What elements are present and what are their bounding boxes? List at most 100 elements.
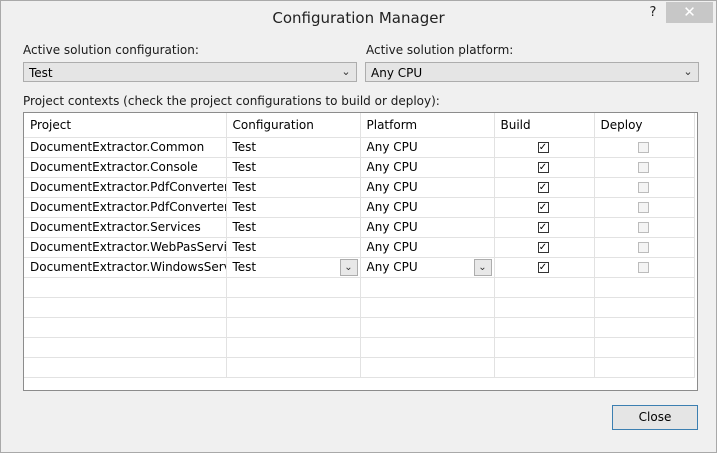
deploy-checkbox [637,181,649,193]
configuration-cell[interactable]: Test [226,217,361,238]
chevron-down-icon[interactable]: ⌄ [339,258,358,276]
deploy-checkbox [637,221,649,233]
project-contexts-grid: Project Configuration Platform Build Dep… [23,112,698,391]
platform-value: Any CPU [366,180,418,194]
deploy-cell [594,257,695,278]
deploy-cell [594,197,695,218]
configuration-value: Test [232,180,257,194]
platform-cell[interactable]: Any CPU [360,197,495,218]
build-checkbox[interactable]: ✓ [537,141,549,153]
chevron-down-icon[interactable]: ⌄ [473,258,492,276]
column-header-project[interactable]: Project [24,113,227,138]
column-header-platform[interactable]: Platform [360,113,495,138]
chevron-down-icon: ⌄ [683,65,693,78]
deploy-cell [594,137,695,158]
configuration-value: Test [232,160,257,174]
active-config-label: Active solution configuration: [23,43,199,57]
deploy-cell [594,157,695,178]
chevron-down-icon: ⌄ [341,65,351,78]
deploy-cell [594,237,695,258]
active-platform-value: Any CPU [371,66,423,80]
build-cell: ✓ [494,157,595,178]
deploy-checkbox [637,241,649,253]
configuration-value: Test [232,200,257,214]
configuration-cell[interactable]: Test [226,237,361,258]
active-platform-select[interactable]: Any CPU ⌄ [365,62,699,82]
configuration-value: Test [232,140,257,154]
window-title: Configuration Manager [272,9,445,27]
table-row[interactable]: DocumentExtractor.PdfConverter.... Test An… [24,197,695,218]
build-checkbox[interactable]: ✓ [537,221,549,233]
project-name-cell: DocumentExtractor.WebPasServices [24,237,227,258]
build-cell: ✓ [494,197,595,218]
build-checkbox[interactable]: ✓ [537,201,549,213]
empty-row [24,317,695,338]
configuration-manager-window: Configuration Manager ? ✕ Active solutio… [0,0,717,453]
project-contexts-label: Project contexts (check the project conf… [23,94,440,108]
platform-value: Any CPU [366,240,418,254]
deploy-cell [594,177,695,198]
build-cell: ✓ [494,237,595,258]
configuration-cell[interactable]: Test [226,157,361,178]
configuration-value: Test [232,220,257,234]
active-config-select[interactable]: Test ⌄ [23,62,357,82]
platform-value: Any CPU [366,160,418,174]
help-button[interactable]: ? [641,4,665,22]
table-row[interactable]: DocumentExtractor.Common Test Any CPU ✓ [24,137,695,158]
column-header-build[interactable]: Build [494,113,595,138]
project-name-cell: DocumentExtractor.WindowsService [24,257,227,278]
active-config-value: Test [29,66,53,80]
project-name-cell: DocumentExtractor.Services [24,217,227,238]
table-row[interactable]: DocumentExtractor.PdfConverter Test Any CP… [24,177,695,198]
build-cell: ✓ [494,137,595,158]
configuration-cell[interactable]: Test [226,137,361,158]
build-checkbox[interactable]: ✓ [537,241,549,253]
configuration-cell[interactable]: Test [226,197,361,218]
configuration-cell[interactable]: Test [226,177,361,198]
platform-value: Any CPU [366,200,418,214]
platform-value: Any CPU [366,140,418,154]
build-cell: ✓ [494,217,595,238]
build-cell: ✓ [494,177,595,198]
column-header-deploy[interactable]: Deploy [594,113,695,138]
deploy-checkbox [637,201,649,213]
configuration-cell[interactable]: Test ⌄ [226,257,361,278]
platform-cell[interactable]: Any CPU [360,177,495,198]
platform-value: Any CPU [366,220,418,234]
platform-cell[interactable]: Any CPU [360,157,495,178]
project-name-cell: DocumentExtractor.PdfConverter [24,177,227,198]
empty-row [24,337,695,358]
platform-cell[interactable]: Any CPU [360,217,495,238]
project-name-cell: DocumentExtractor.Console [24,157,227,178]
table-row[interactable]: DocumentExtractor.Services Test Any CPU ✓ [24,217,695,238]
grid-header-row: Project Configuration Platform Build Dep… [24,113,695,138]
project-name-cell: DocumentExtractor.Common [24,137,227,158]
deploy-checkbox [637,141,649,153]
table-row[interactable]: DocumentExtractor.WindowsServiceTest⌄Any… [24,257,695,278]
title-bar: Configuration Manager ? ✕ [1,1,716,35]
empty-row [24,277,695,298]
configuration-value: Test [232,260,257,274]
platform-cell[interactable]: Any CPU [360,137,495,158]
build-checkbox[interactable]: ✓ [537,261,549,273]
deploy-checkbox [637,261,649,273]
table-row[interactable]: DocumentExtractor.Console Test Any CPU ✓ [24,157,695,178]
build-checkbox[interactable]: ✓ [537,181,549,193]
empty-row [24,297,695,318]
active-platform-label: Active solution platform: [366,43,514,57]
deploy-checkbox [637,161,649,173]
table-row[interactable]: DocumentExtractor.WebPasServices Test Any … [24,237,695,258]
deploy-cell [594,217,695,238]
window-close-button[interactable]: ✕ [666,2,713,23]
platform-cell[interactable]: Any CPU [360,237,495,258]
close-button[interactable]: Close [612,405,698,430]
platform-cell[interactable]: Any CPU ⌄ [360,257,495,278]
configuration-value: Test [232,240,257,254]
close-icon: ✕ [683,3,696,21]
platform-value: Any CPU [366,260,418,274]
empty-row [24,357,695,378]
column-header-configuration[interactable]: Configuration [226,113,361,138]
project-name-cell: DocumentExtractor.PdfConverter.... [24,197,227,218]
build-cell: ✓ [494,257,595,278]
build-checkbox[interactable]: ✓ [537,161,549,173]
